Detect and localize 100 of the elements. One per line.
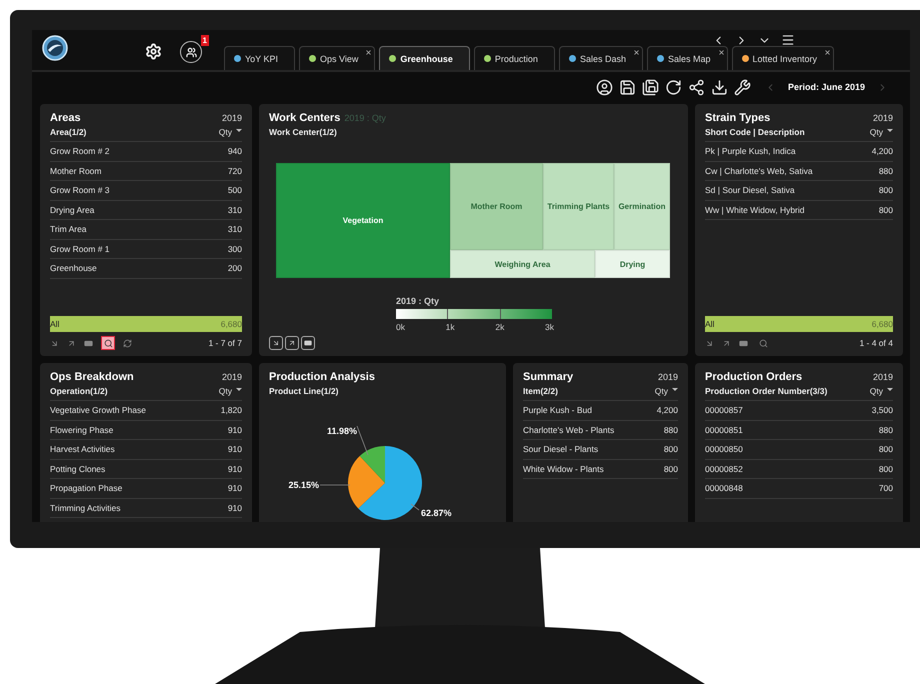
list-row[interactable]: Greenhouse 200	[50, 259, 242, 278]
download-icon[interactable]	[710, 78, 728, 96]
list-row[interactable]: Propagation Phase 910	[50, 479, 242, 498]
close-icon[interactable]	[632, 49, 640, 56]
measure-note: 2019 : Qty	[344, 113, 386, 123]
measure-label: Qty	[870, 127, 883, 137]
settings-icon[interactable]	[144, 42, 162, 60]
row-value: 500	[228, 185, 242, 196]
data-label: 25.15%	[288, 480, 319, 490]
treemap-tile[interactable]: Vegetation	[276, 163, 450, 278]
dashboard-tab[interactable]: Greenhouse	[379, 46, 470, 70]
list-row[interactable]: 00000848 700	[705, 479, 893, 498]
arrow-up-right-icon[interactable]	[722, 338, 731, 348]
list-row[interactable]: Purple Kush - Bud 4,200	[523, 401, 678, 420]
list-row[interactable]: Pk | Purple Kush, Indica 4,200	[705, 142, 893, 162]
treemap-tile[interactable]: Weighing Area	[450, 250, 595, 278]
close-icon[interactable]	[824, 49, 832, 56]
list-row[interactable]: 00000850 800	[705, 440, 893, 460]
save-icon[interactable]	[618, 78, 636, 96]
list-row[interactable]: Ww | White Widow, Hybrid 800	[705, 200, 893, 220]
treemap-tile[interactable]: Trimming Plants	[543, 163, 614, 250]
wrench-icon[interactable]	[734, 78, 751, 96]
column-header: Short Code | Description	[705, 127, 805, 137]
arrow-down-right-button[interactable]	[269, 336, 283, 350]
list-row[interactable]: 00000851 880	[705, 420, 893, 440]
pie-slice[interactable]	[358, 446, 422, 520]
search-icon[interactable]	[104, 338, 112, 348]
rectangle-icon[interactable]	[84, 338, 93, 348]
list-row[interactable]: Flowering Phase 910	[50, 420, 242, 440]
dashboard-tab[interactable]: Lotted Inventory	[732, 46, 834, 70]
list-row[interactable]: Sd | Sour Diesel, Sativa 800	[705, 181, 893, 200]
dashboard-tab[interactable]: Sales Map	[646, 46, 728, 70]
list-row[interactable]: Grow Room # 3 500	[50, 181, 242, 200]
arrow-up-right-icon[interactable]	[67, 338, 76, 348]
dashboard-tab[interactable]: Sales Dash	[558, 46, 643, 70]
row-value: 300	[228, 244, 242, 254]
row-label: 00000857	[705, 405, 743, 416]
list-row[interactable]: Trimming Activities 910	[50, 498, 242, 518]
pie-slice[interactable]	[360, 446, 385, 483]
search-icon[interactable]	[758, 338, 768, 348]
rectangle-icon[interactable]	[739, 338, 748, 348]
list-row[interactable]: Sour Diesel - Plants 800	[523, 440, 678, 460]
dashboard-tab[interactable]: Ops View	[299, 46, 376, 70]
treemap-tile[interactable]: Mother Room	[450, 163, 543, 250]
list-row[interactable]: Charlotte's Web - Plants 880	[523, 420, 678, 440]
year-label: 2019	[222, 113, 242, 123]
list-row[interactable]: 00000852 800	[705, 460, 893, 479]
tile-label: Drying	[620, 260, 646, 268]
row-label: Vegetative Growth Phase	[50, 405, 146, 416]
refresh-icon[interactable]	[664, 78, 682, 96]
users-icon[interactable]	[186, 46, 196, 58]
pie-slice[interactable]	[348, 456, 385, 509]
list-row[interactable]: 00000857 3,500	[705, 401, 893, 420]
scale-tick: 3k	[545, 322, 554, 332]
sort-caret-icon[interactable]	[236, 128, 242, 132]
list-row[interactable]: Drying Area 310	[50, 200, 242, 220]
share-icon[interactable]	[688, 78, 705, 96]
user-icon[interactable]	[596, 78, 613, 96]
row-value: 910	[228, 502, 242, 513]
sort-caret-icon[interactable]	[236, 388, 242, 390]
leader-line	[410, 504, 420, 510]
dashboard-tab[interactable]: YoY KPI	[224, 46, 296, 70]
rectangle-icon[interactable]	[304, 339, 312, 347]
logo-icon[interactable]	[42, 35, 68, 61]
row-label: Purple Kush - Bud	[523, 405, 592, 416]
tile-label: Weighing Area	[494, 260, 550, 268]
arrow-up-right-icon[interactable]	[288, 339, 296, 347]
arrow-down-right-icon[interactable]	[50, 338, 59, 348]
treemap-tile[interactable]: Germination	[614, 163, 670, 250]
arrow-down-right-icon[interactable]	[705, 338, 714, 348]
list-row[interactable]: Grow Room # 2 940	[50, 142, 242, 162]
close-icon[interactable]	[718, 49, 724, 56]
dashboard-tab[interactable]: Production	[474, 46, 555, 70]
arrow-down-right-icon[interactable]	[272, 339, 280, 347]
sort-caret-icon[interactable]	[887, 128, 893, 132]
row-value: 910	[228, 464, 242, 474]
total-bar[interactable]: All 6,680	[50, 316, 242, 332]
menu-icon[interactable]	[781, 33, 795, 47]
sort-caret-icon[interactable]	[887, 388, 893, 390]
list-row[interactable]: Potting Clones 910	[50, 460, 242, 479]
row-label: 00000850	[705, 444, 743, 454]
list-row[interactable]: White Widow - Plants 800	[523, 460, 678, 479]
rectangle-button[interactable]	[301, 336, 315, 350]
search-button[interactable]	[101, 336, 115, 350]
save-as-icon[interactable]	[642, 78, 659, 96]
list-row[interactable]: Grow Room # 1 300	[50, 240, 242, 259]
list-row[interactable]: Harvest Activities 910	[50, 440, 242, 460]
close-icon[interactable]	[365, 49, 372, 56]
list-row[interactable]: Trim Area 310	[50, 220, 242, 240]
list-row[interactable]: Vegetative Growth Phase 1,820	[50, 401, 242, 420]
row-value: 880	[664, 424, 678, 435]
total-bar[interactable]: All 6,680	[705, 316, 893, 332]
list-row[interactable]: Cw | Charlotte's Web, Sativa 880	[705, 162, 893, 181]
list-row[interactable]: Mother Room 720	[50, 162, 242, 181]
year-label: 2019	[658, 372, 678, 382]
treemap-tile[interactable]: Drying	[595, 250, 670, 278]
column-header: Production Order Number(3/3)	[705, 386, 828, 396]
tile-label: Vegetation	[342, 216, 384, 225]
arrow-up-right-button[interactable]	[285, 336, 299, 350]
sort-caret-icon[interactable]	[672, 388, 678, 390]
